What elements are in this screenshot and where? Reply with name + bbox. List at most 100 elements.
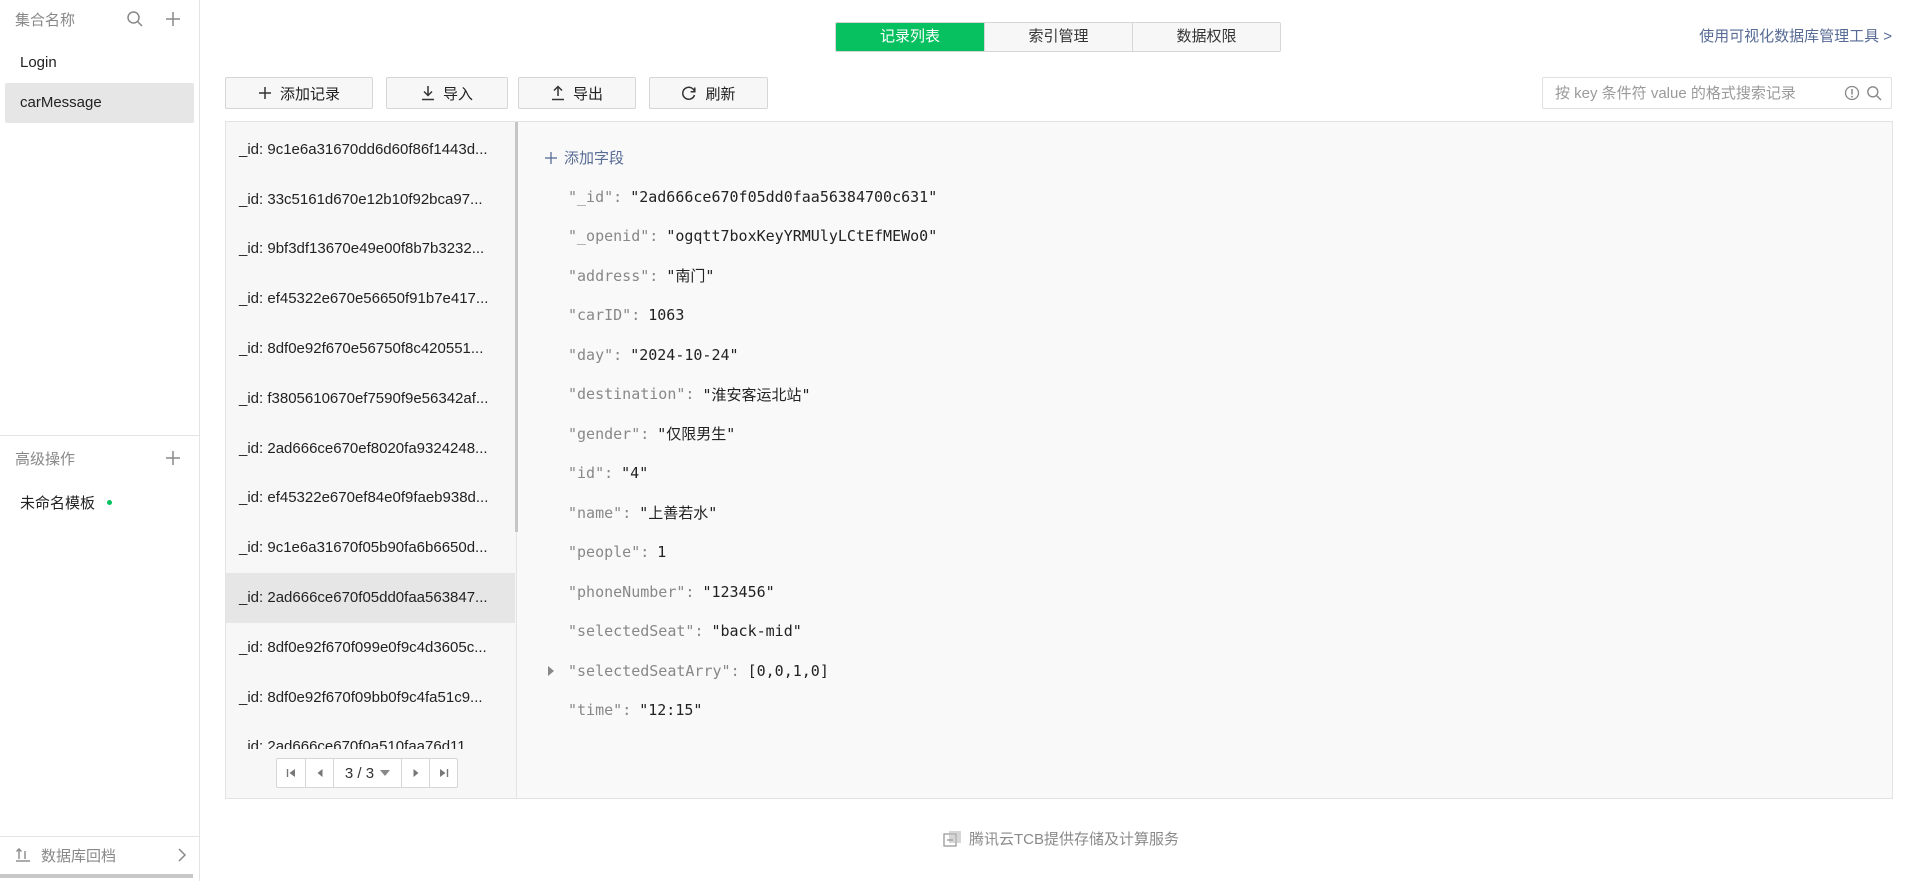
field-row[interactable]: "id": "4" — [568, 454, 937, 494]
first-page-button[interactable] — [277, 759, 305, 787]
cloud-logo-icon — [943, 830, 963, 848]
visual-db-tool-link[interactable]: 使用可视化数据库管理工具 > — [1699, 25, 1892, 46]
field-row[interactable]: "_openid": "ogqtt7boxKeyYRMUlyLCtEfMEWo0" — [568, 217, 937, 257]
add-record-label: 添加记录 — [279, 85, 340, 103]
record-id: _id: f3805610670ef7590f9e56342af... — [239, 389, 489, 407]
record-id: _id: 9bf3df13670e49e00f8b7b3232... — [239, 240, 485, 258]
field-value: "2024-10-24" — [630, 345, 739, 364]
record-id: _id: 2ad666ce670f05dd0faa563847... — [239, 589, 488, 607]
field-value: "淮安客运北站" — [702, 385, 811, 404]
field-row[interactable]: "address": "南门" — [568, 256, 937, 296]
export-button[interactable]: 导出 — [518, 77, 636, 109]
record-id: _id: 9c1e6a31670f05b90fa6b6650d... — [239, 539, 488, 557]
field-list: "_id": "2ad666ce670f05dd0faa56384700c631"… — [548, 177, 937, 731]
add-template-icon[interactable] — [161, 447, 185, 469]
collection-item-login[interactable]: Login — [5, 43, 194, 83]
db-rollback-link[interactable]: 数据库回档 — [15, 843, 187, 867]
prev-page-button[interactable] — [305, 759, 333, 787]
add-record-button[interactable]: 添加记录 — [225, 77, 373, 109]
record-id: _id: 2ad666ce670ef8020fa9324248... — [239, 439, 488, 457]
sidebar-scrollbar[interactable] — [0, 874, 193, 878]
field-row[interactable]: "selectedSeat": "back-mid" — [568, 612, 937, 652]
collection-item-carmessage[interactable]: carMessage — [5, 83, 194, 123]
record-row[interactable]: _id: 8df0e92f670f099e0f9c4d3605c... — [226, 623, 515, 673]
record-row[interactable]: _id: 33c5161d670e12b10f92bca97... — [226, 175, 515, 225]
field-value: "ogqtt7boxKeyYRMUlyLCtEfMEWo0" — [666, 227, 938, 246]
first-page-icon — [286, 769, 295, 777]
record-id: _id: 2ad666ce670f0a510faa76d11... — [239, 738, 479, 749]
record-row-selected[interactable]: _id: 2ad666ce670f05dd0faa563847... — [226, 573, 515, 623]
plus-icon — [544, 151, 558, 165]
sidebar-footer-divider — [0, 836, 199, 837]
record-row[interactable]: _id: 9c1e6a31670dd6d60f86f1443d... — [226, 125, 515, 175]
record-row[interactable]: _id: f3805610670ef7590f9e56342af... — [226, 374, 515, 424]
field-value: "12:15" — [639, 701, 703, 720]
field-value: "上善若水" — [639, 504, 718, 523]
record-row[interactable]: _id: ef45322e670ef84e0f9faeb938d... — [226, 474, 515, 524]
add-collection-icon[interactable] — [161, 8, 185, 30]
field-key: "_openid" — [568, 227, 650, 246]
refresh-icon — [681, 85, 697, 101]
search-input[interactable] — [1543, 79, 1843, 107]
advanced-header: 高级操作 — [15, 447, 185, 469]
import-label: 导入 — [442, 85, 473, 103]
record-row[interactable]: _id: 8df0e92f670e56750f8c420551... — [226, 324, 515, 374]
expand-caret-icon[interactable] — [548, 666, 554, 676]
record-row[interactable]: _id: 9c1e6a31670f05b90fa6b6650d... — [226, 523, 515, 573]
collections-header: 集合名称 — [15, 8, 185, 30]
field-row[interactable]: "day": "2024-10-24" — [568, 335, 937, 375]
tab-record-list[interactable]: 记录列表 — [836, 23, 984, 51]
field-key: "selectedSeatArry" — [568, 661, 731, 680]
field-value: [0,0,1,0] — [747, 661, 829, 680]
records-panel: _id: 9c1e6a31670dd6d60f86f1443d... _id: … — [225, 121, 1893, 799]
field-row[interactable]: "_id": "2ad666ce670f05dd0faa56384700c631" — [568, 177, 937, 217]
field-value: "4" — [621, 464, 649, 483]
page-select[interactable]: 3 / 3 — [333, 759, 401, 787]
refresh-button[interactable]: 刷新 — [649, 77, 768, 109]
download-icon — [421, 85, 435, 101]
record-row[interactable]: _id: 2ad666ce670f0a510faa76d11... — [226, 723, 515, 749]
field-key: "selectedSeat" — [568, 622, 695, 641]
field-key: "_id" — [568, 187, 614, 206]
info-icon[interactable] — [1843, 84, 1861, 102]
record-row[interactable]: _id: ef45322e670e56650f91b7e417... — [226, 274, 515, 324]
field-value: 1 — [657, 543, 667, 562]
record-row[interactable]: _id: 8df0e92f670f09bb0f9c4fa51c9... — [226, 673, 515, 723]
provider-note: 腾讯云TCB提供存储及计算服务 — [943, 828, 1179, 849]
record-detail-pane: 添加字段 "_id": "2ad666ce670f05dd0faa56384700… — [518, 122, 1892, 798]
field-row[interactable]: "time": "12:15" — [568, 691, 937, 731]
record-id: _id: 9c1e6a31670dd6d60f86f1443d... — [239, 140, 488, 158]
next-page-button[interactable] — [401, 759, 429, 787]
field-value: "back-mid" — [711, 622, 802, 641]
field-row[interactable]: "people":1 — [568, 533, 937, 573]
import-button[interactable]: 导入 — [386, 77, 508, 109]
add-field-button[interactable]: 添加字段 — [544, 147, 624, 168]
search-icon[interactable] — [123, 8, 147, 30]
upload-icon — [551, 85, 565, 101]
field-row[interactable]: "carID":1063 — [568, 296, 937, 336]
field-value: 1063 — [648, 306, 685, 325]
field-key: "address" — [568, 266, 650, 285]
field-row[interactable]: "destination": "淮安客运北站" — [568, 375, 937, 415]
record-row[interactable]: _id: 9bf3df13670e49e00f8b7b3232... — [226, 225, 515, 275]
field-key: "phoneNumber" — [568, 582, 686, 601]
field-row[interactable]: "selectedSeatArry": [0,0,1,0] — [548, 651, 937, 691]
field-key: "day" — [568, 345, 614, 364]
record-row[interactable]: _id: 2ad666ce670ef8020fa9324248... — [226, 424, 515, 474]
last-page-button[interactable] — [429, 759, 457, 787]
record-id: _id: 8df0e92f670f099e0f9c4d3605c... — [239, 638, 487, 656]
sidebar: 集合名称 Login carMessage 高级操作 未命名模板 数据库回档 — [0, 0, 200, 881]
next-page-icon — [413, 769, 418, 777]
status-dot — [107, 500, 113, 505]
view-tabs: 记录列表 索引管理 数据权限 — [835, 22, 1281, 52]
search-icon[interactable] — [1865, 84, 1883, 102]
field-row[interactable]: "name": "上善若水" — [568, 493, 937, 533]
template-item[interactable]: 未命名模板 — [20, 492, 113, 513]
field-value: "123456" — [702, 582, 775, 601]
field-row[interactable]: "phoneNumber": "123456" — [568, 572, 937, 612]
tab-index-management[interactable]: 索引管理 — [984, 23, 1132, 51]
tab-data-permissions[interactable]: 数据权限 — [1132, 23, 1280, 51]
record-id: _id: ef45322e670e56650f91b7e417... — [239, 290, 489, 308]
field-row[interactable]: "gender": "仅限男生" — [568, 414, 937, 454]
db-rollback-label: 数据库回档 — [41, 847, 117, 865]
